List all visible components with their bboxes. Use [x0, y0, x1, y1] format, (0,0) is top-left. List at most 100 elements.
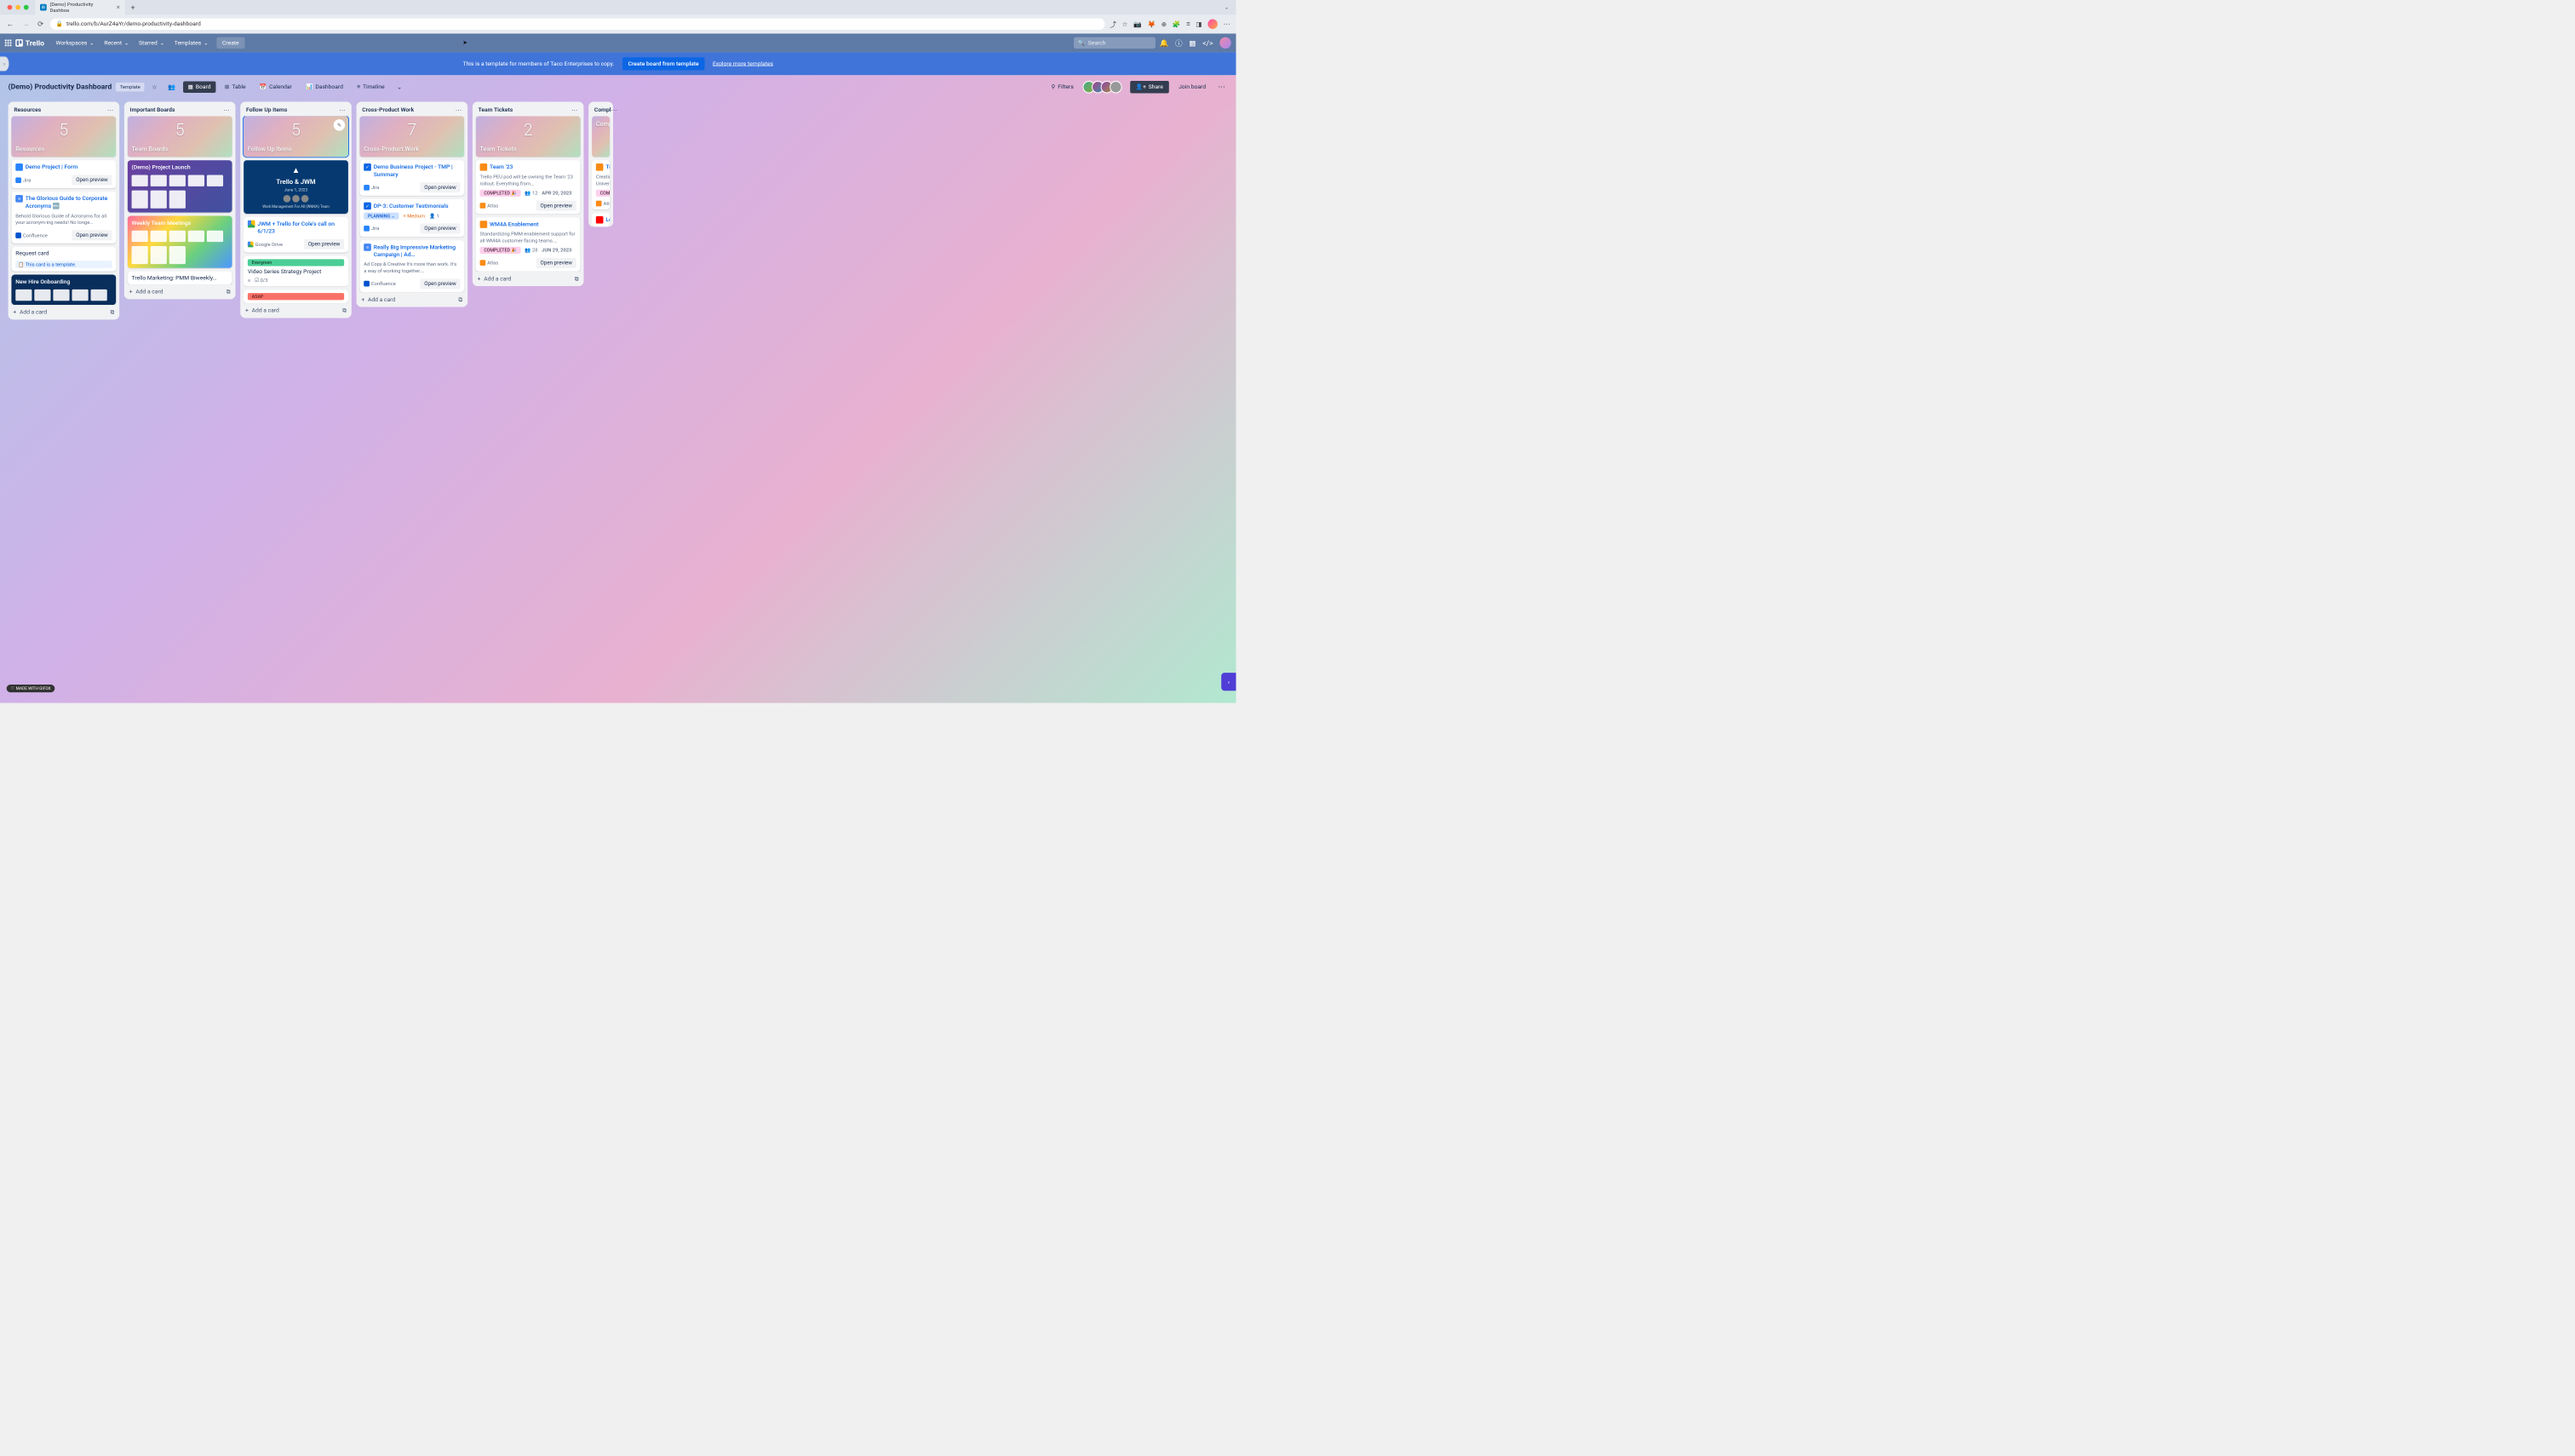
browser-menu-button[interactable]: ⋮ — [1224, 20, 1231, 27]
member-avatar[interactable] — [1110, 81, 1121, 93]
view-switcher-button[interactable]: ⌄ — [393, 81, 405, 93]
address-bar[interactable]: 🔒 trello.com/b/AurZ4aYr/demo-productivit… — [50, 19, 1104, 30]
add-card-button[interactable]: +Add a card⧉ — [357, 292, 468, 307]
card[interactable]: ASAP — [244, 290, 348, 304]
card-label[interactable]: ASAP — [248, 293, 344, 300]
timeline-view-button[interactable]: ≡Timeline — [352, 81, 389, 93]
board-view-button[interactable]: ▦Board — [183, 81, 215, 92]
card[interactable]: ≡Really Big Impressive Marketing Campaig… — [359, 240, 464, 292]
open-preview-button[interactable]: Open preview — [72, 175, 112, 186]
table-view-button[interactable]: ⊞Table — [220, 81, 250, 92]
card[interactable]: ≡The Glorious Guide to Corporate Acronym… — [11, 192, 116, 244]
card[interactable]: Demo Project | FormJiraOpen preview — [11, 160, 116, 188]
board-menu-button[interactable]: ⋯ — [1216, 80, 1228, 94]
search-input[interactable]: 🔍 Search — [1074, 37, 1156, 49]
board-title[interactable]: (Demo) Productivity Dashboard — [9, 83, 112, 91]
recent-menu[interactable]: Recent ⌄ — [100, 37, 134, 49]
add-card-button[interactable]: +Add a card⧉ — [473, 272, 584, 286]
list-menu-button[interactable]: ⋯ — [223, 106, 230, 113]
tab-list-button[interactable]: ⌄ — [1224, 4, 1229, 10]
open-preview-button[interactable]: Open preview — [420, 182, 460, 192]
status-badge[interactable]: COMPL — [596, 190, 610, 197]
list-name[interactable]: Important Boards — [130, 106, 175, 113]
theme-icon[interactable]: ▦ — [1186, 36, 1198, 49]
list-menu-button[interactable]: ⋯ — [571, 106, 578, 113]
sidebar-toggle-button[interactable]: › — [0, 56, 9, 71]
install-icon[interactable]: ⊕ — [1161, 20, 1167, 28]
card[interactable]: ▲Trello & JWMJune 1, 2023Work Management… — [244, 160, 348, 214]
cover-card[interactable]: Compl — [592, 116, 610, 157]
lists-container[interactable]: Resources⋯5ResourcesDemo Project | FormJ… — [0, 99, 1236, 703]
card[interactable]: Weekly Team Meetings — [128, 215, 232, 267]
share-icon[interactable]: ⤴ — [1110, 20, 1116, 30]
open-preview-button[interactable]: Open preview — [72, 230, 112, 240]
card-template-button[interactable]: ⧉ — [111, 309, 115, 316]
app-switcher-icon[interactable] — [5, 40, 12, 47]
card[interactable]: Lea — [592, 213, 610, 226]
workspaces-menu[interactable]: Workspaces ⌄ — [52, 37, 99, 49]
list-menu-button[interactable]: ⋯ — [107, 106, 114, 113]
notifications-icon[interactable]: 🔔 — [1157, 36, 1172, 49]
templates-menu[interactable]: Templates ⌄ — [170, 37, 213, 49]
card[interactable]: Request card📋 This card is a template. — [11, 247, 116, 272]
card-template-button[interactable]: ⧉ — [342, 307, 347, 314]
explore-templates-link[interactable]: Explore more templates — [713, 60, 773, 67]
cover-card[interactable]: 5Team Boards — [128, 116, 232, 157]
new-tab-button[interactable]: + — [128, 3, 139, 12]
add-card-button[interactable]: +Add a card⧉ — [240, 303, 352, 318]
open-preview-button[interactable]: Open preview — [420, 223, 460, 233]
minimize-window-button[interactable] — [15, 5, 20, 10]
card-template-button[interactable]: ⧉ — [227, 289, 231, 295]
status-badge[interactable]: PLANNING ⌄ — [364, 212, 399, 219]
card[interactable]: ✓DP-3: Customer TestimonialsPLANNING ⌄≡ … — [359, 199, 464, 237]
list-name[interactable]: Compl — [594, 106, 611, 113]
code-icon[interactable]: </> — [1200, 36, 1215, 49]
sidepanel-icon[interactable]: ◨ — [1196, 20, 1201, 28]
bookmark-icon[interactable]: ☆ — [1122, 20, 1128, 28]
help-icon[interactable]: ⓘ — [1173, 35, 1184, 50]
list-name[interactable]: Follow Up Items — [246, 106, 287, 113]
extensions-icon[interactable]: 🧩 — [1173, 20, 1181, 28]
share-button[interactable]: 👤+Share — [1130, 81, 1169, 93]
board-members[interactable] — [1086, 81, 1121, 93]
status-badge[interactable]: COMPLETED 🎉 — [480, 247, 521, 254]
back-button[interactable]: ← — [5, 18, 15, 30]
card[interactable]: (Demo) Project Launch — [128, 160, 232, 212]
card[interactable]: JWM + Trello for Cole's call on 6/1/23Go… — [244, 217, 348, 253]
card[interactable]: Team '23Trello PEU pod will be owning th… — [476, 160, 581, 214]
camera-icon[interactable]: 📷 — [1133, 20, 1142, 28]
user-avatar[interactable] — [1219, 37, 1230, 49]
card-label[interactable]: Evergreen — [248, 260, 344, 267]
card[interactable]: ✓Demo Business Project - TMP | SummaryJi… — [359, 160, 464, 196]
edit-card-button[interactable]: ✎ — [334, 119, 345, 130]
calendar-view-button[interactable]: 📅Calendar — [255, 81, 296, 92]
status-badge[interactable]: COMPLETED 🎉 — [480, 190, 521, 197]
reload-button[interactable]: ⟳ — [36, 18, 45, 30]
reading-list-icon[interactable]: ≡ — [1186, 20, 1190, 29]
close-window-button[interactable] — [8, 5, 13, 10]
browser-tab[interactable]: ⊞ (Demo) Productivity Dashboa ✕ — [35, 0, 125, 15]
card[interactable]: TreCreatin UniversCOMPLAtlas — [592, 160, 610, 209]
filters-button[interactable]: ⚲Filters — [1047, 81, 1078, 92]
card-template-button[interactable]: ⧉ — [459, 296, 463, 303]
list-menu-button[interactable]: ⋯ — [339, 106, 346, 113]
close-tab-button[interactable]: ✕ — [116, 4, 120, 10]
star-button[interactable]: ☆ — [148, 81, 160, 93]
forward-button[interactable]: → — [20, 18, 31, 30]
card[interactable]: EvergreenVideo Series Strategy Project≡ … — [244, 256, 348, 287]
card[interactable]: Trello Marketing: PMM Biweekly… — [128, 272, 232, 284]
join-board-button[interactable]: Join board — [1173, 81, 1211, 93]
open-preview-button[interactable]: Open preview — [536, 258, 576, 268]
create-from-template-button[interactable]: Create board from template — [622, 57, 704, 70]
list-name[interactable]: Cross-Product Work — [362, 106, 414, 113]
cover-card[interactable]: 5Follow Up Items✎ — [244, 116, 348, 157]
visibility-button[interactable]: 👥 — [164, 81, 179, 93]
profile-avatar[interactable] — [1207, 20, 1218, 30]
cover-card[interactable]: 2Team Tickets — [476, 116, 581, 157]
list-name[interactable]: Resources — [14, 106, 41, 113]
list-menu-button[interactable]: ⋯ — [456, 106, 462, 113]
cover-card[interactable]: 7Cross-Product Work — [359, 116, 464, 157]
open-preview-button[interactable]: Open preview — [536, 201, 576, 211]
add-card-button[interactable]: +Add a card⧉ — [9, 305, 120, 319]
add-card-button[interactable]: +Add a card⧉ — [124, 284, 236, 299]
